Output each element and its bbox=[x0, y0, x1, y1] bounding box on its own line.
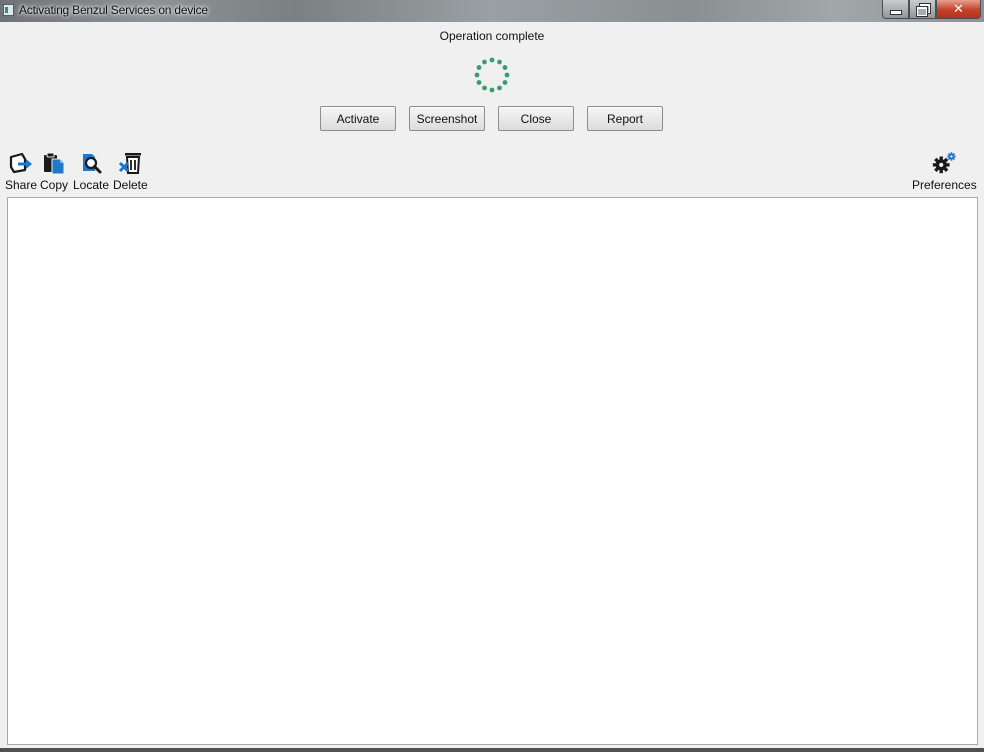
spinner-dot bbox=[497, 85, 502, 91]
activate-button[interactable]: Activate bbox=[320, 106, 396, 131]
copy-icon bbox=[41, 150, 67, 176]
spinner-dot bbox=[497, 59, 502, 65]
spinner-dot bbox=[476, 65, 482, 70]
spinner-dot bbox=[482, 59, 487, 65]
delete-icon bbox=[117, 150, 143, 176]
spinner-dot bbox=[482, 85, 487, 91]
app-window: Activating Benzul Services on device ✕ O… bbox=[0, 0, 984, 752]
spinner-dot bbox=[489, 57, 495, 63]
title-bar[interactable]: Activating Benzul Services on device ✕ bbox=[0, 0, 984, 22]
preferences-label: Preferences bbox=[912, 178, 977, 192]
taskbar-edge bbox=[0, 748, 984, 752]
report-button[interactable]: Report bbox=[587, 106, 663, 131]
restore-icon bbox=[915, 3, 931, 17]
maximize-button[interactable] bbox=[909, 0, 936, 19]
copy-label: Copy bbox=[40, 178, 69, 192]
locate-label: Locate bbox=[73, 178, 110, 192]
share-icon bbox=[8, 150, 34, 176]
spinner-dot bbox=[504, 72, 510, 78]
screenshot-button[interactable]: Screenshot bbox=[409, 106, 485, 131]
locate-icon bbox=[78, 150, 104, 176]
spinner-dot bbox=[474, 72, 480, 78]
close-window-button[interactable]: ✕ bbox=[936, 0, 981, 19]
gear-icon bbox=[931, 150, 957, 176]
minimize-icon bbox=[889, 10, 902, 15]
delete-label: Delete bbox=[113, 178, 148, 192]
output-panel[interactable] bbox=[7, 197, 978, 745]
spinner-dot bbox=[489, 87, 495, 93]
window-title: Activating Benzul Services on device bbox=[19, 3, 208, 17]
spinner-dot bbox=[476, 80, 482, 85]
spinner-dot bbox=[502, 65, 508, 70]
progress-spinner-icon bbox=[474, 57, 510, 93]
spinner-dot bbox=[502, 80, 508, 85]
share-label: Share bbox=[5, 178, 38, 192]
copy-tool[interactable]: Copy bbox=[40, 150, 68, 192]
share-tool[interactable]: Share bbox=[5, 150, 37, 192]
app-icon bbox=[3, 4, 14, 16]
status-text: Operation complete bbox=[439, 29, 545, 43]
close-icon: ✕ bbox=[953, 1, 964, 16]
preferences-tool[interactable]: Preferences bbox=[912, 150, 977, 192]
minimize-button[interactable] bbox=[882, 0, 909, 19]
delete-tool[interactable]: Delete bbox=[113, 150, 148, 192]
locate-tool[interactable]: Locate bbox=[73, 150, 109, 192]
close-button[interactable]: Close bbox=[498, 106, 574, 131]
